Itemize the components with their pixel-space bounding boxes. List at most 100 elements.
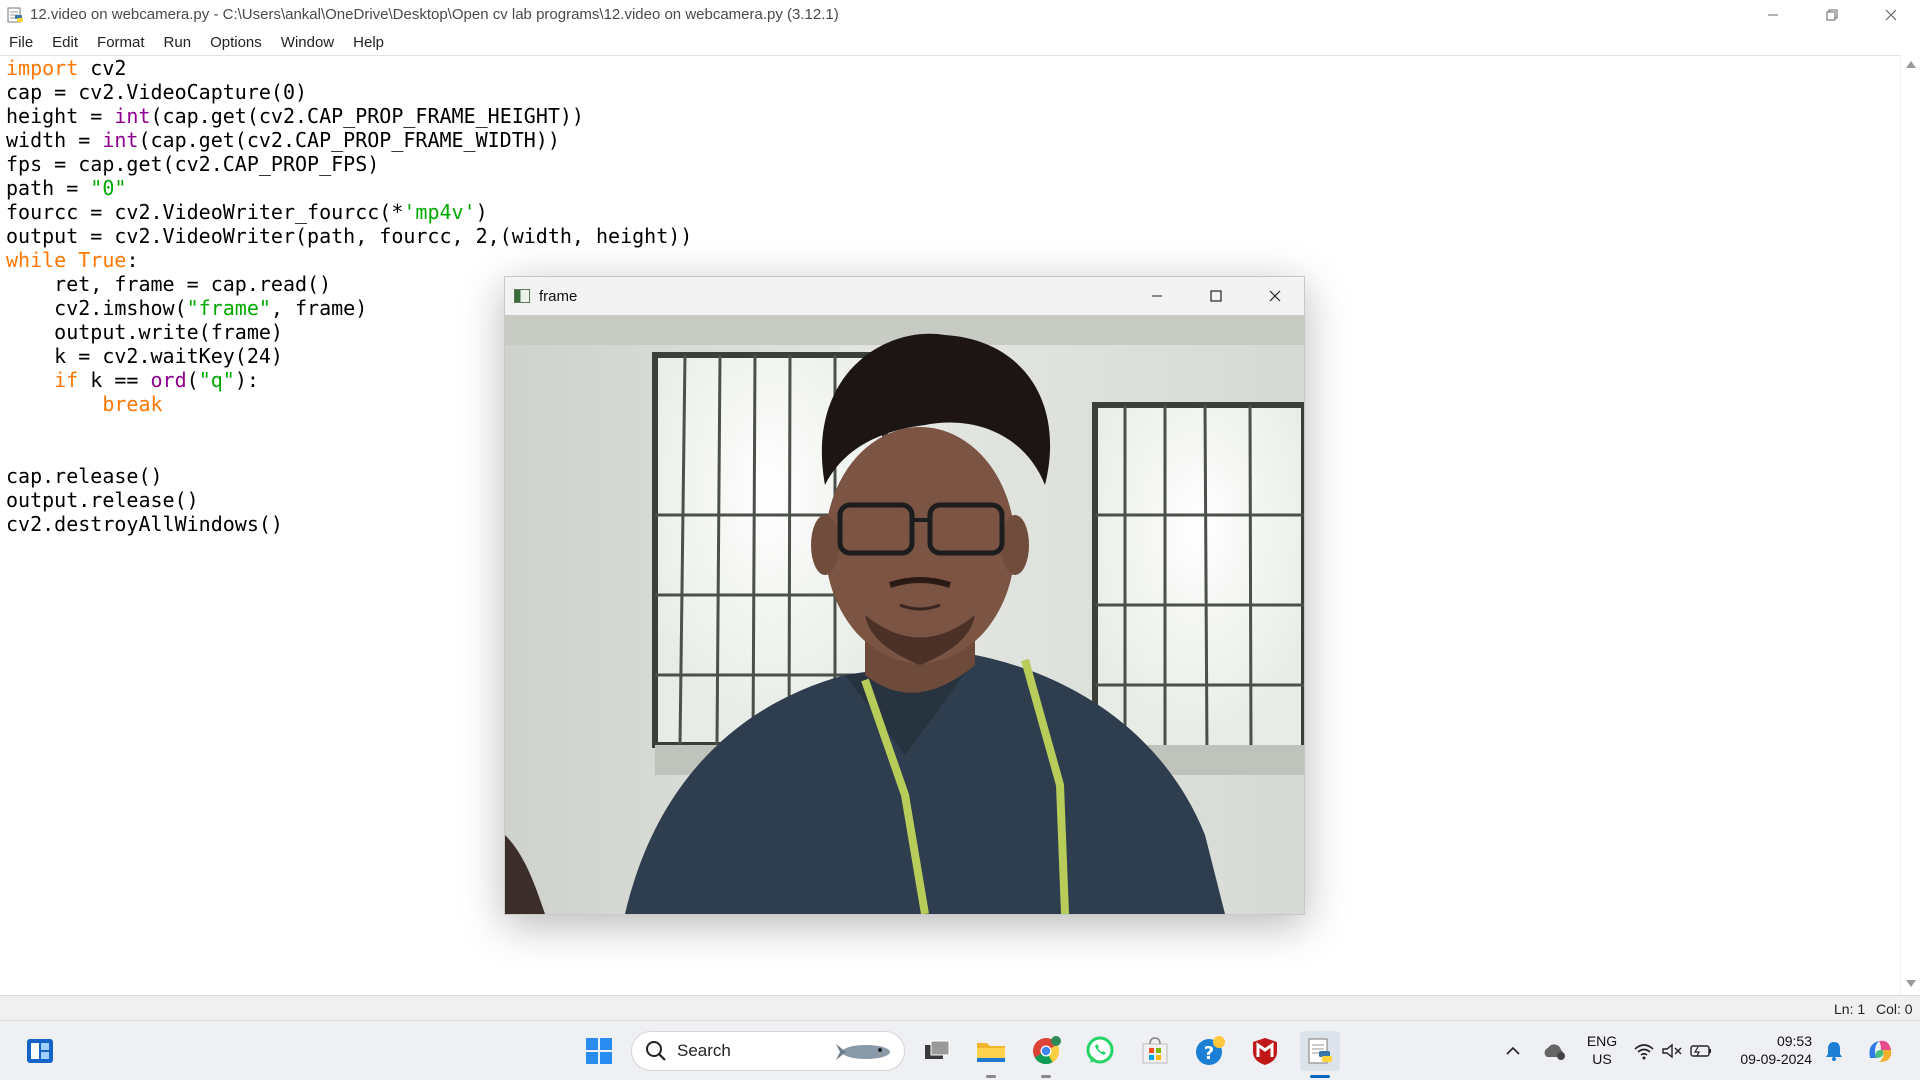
scroll-down-icon[interactable] [1906,980,1916,987]
frame-window[interactable]: frame [504,276,1305,915]
code-token: width = [6,128,103,152]
menu-help[interactable]: Help [344,34,394,51]
minimize-icon [1767,14,1778,15]
chevron-up-icon [1506,1046,1520,1055]
column-number: Col: 0 [1876,1001,1913,1017]
code-token: fourcc = cv2.VideoWriter_fourcc(* [6,200,404,224]
task-view-icon [925,1040,950,1059]
file-explorer-button[interactable] [971,1031,1011,1071]
menu-file[interactable]: File [0,34,43,51]
minimize-button[interactable] [1743,0,1802,29]
battery-icon [1690,1045,1711,1057]
window-title-bar: 12.video on webcamera.py - C:\Users\anka… [0,0,1920,29]
code-token: height = [6,104,115,128]
clock-date: 09-09-2024 [1740,1051,1812,1067]
clock[interactable]: 09:53 09-09-2024 [1730,1032,1812,1068]
code-token: , frame) [270,296,368,320]
show-hidden-icons-button[interactable] [1493,1031,1533,1071]
language-code: ENG [1586,1033,1618,1049]
string-token: "frame" [186,296,271,320]
code-token: ): [234,368,259,392]
string-token: "q" [198,368,235,392]
menu-format[interactable]: Format [88,34,155,51]
code-token: cv2.imshow( [6,296,187,320]
menu-options[interactable]: Options [201,34,272,51]
code-token: (cap.get(cv2.CAP_PROP_FRAME_HEIGHT)) [150,104,584,128]
get-help-button[interactable]: ? [1190,1031,1230,1071]
copilot-button[interactable] [1860,1031,1900,1071]
code-token: k == [78,368,151,392]
speaker-muted-icon [1662,1043,1682,1059]
python-idle-taskbar-button[interactable] [1300,1031,1340,1071]
keyboard-layout: US [1592,1051,1612,1067]
input-language-indicator[interactable]: ENG US [1580,1032,1624,1068]
microsoft-store-button[interactable] [1135,1031,1175,1071]
webcam-feed-image [505,315,1304,914]
builtin-token: int [102,128,139,152]
code-line: import cv2 [6,56,692,80]
chrome-button[interactable] [1026,1031,1066,1071]
vertical-scrollbar[interactable] [1900,55,1920,995]
string-token: 'mp4v' [403,200,476,224]
code-token: : [126,248,139,272]
code-token: ( [186,368,199,392]
maximize-icon [1209,290,1222,302]
close-button[interactable] [1861,0,1920,29]
taskbar-search-box[interactable]: Search [631,1031,905,1071]
whatsapp-button[interactable] [1080,1031,1120,1071]
keyword-token: while [6,248,67,272]
close-icon [1269,290,1280,302]
code-line: fourcc = cv2.VideoWriter_fourcc(*'mp4v') [6,200,692,224]
quick-settings-button[interactable] [1628,1031,1718,1071]
menu-window[interactable]: Window [272,34,344,51]
start-button[interactable] [579,1031,619,1071]
widgets-icon [27,1039,53,1063]
taskbar: Search ? ENG US 09:53 09-09-2024 [0,1020,1920,1080]
active-indicator [1310,1075,1330,1078]
code-line: output = cv2.VideoWriter(path, fourcc, 2… [6,224,693,248]
python-idle-icon [1308,1038,1332,1064]
frame-minimize-button[interactable] [1127,277,1186,315]
keyword-token: True [78,248,127,272]
copilot-icon [1869,1040,1892,1062]
code-line: while True: [6,248,692,272]
status-bar: Ln: 1 Col: 0 [0,995,1920,1020]
webcam-person-image [505,315,1304,914]
running-indicator [1041,1075,1051,1078]
notifications-button[interactable] [1817,1031,1851,1071]
code-line: fps = cap.get(cv2.CAP_PROP_FPS) [6,152,380,176]
mcafee-button[interactable] [1245,1031,1285,1071]
builtin-token: ord [150,368,187,392]
code-token: ) [475,200,488,224]
restore-icon [1826,9,1837,20]
opencv-window-icon [514,289,530,303]
search-label: Search [677,1041,731,1060]
minimize-icon [1151,295,1162,297]
help-icon: ? [1196,1036,1225,1065]
code-line: width = int(cap.get(cv2.CAP_PROP_FRAME_W… [6,128,692,152]
line-number: Ln: 1 [1834,1001,1866,1017]
bell-icon [1826,1042,1842,1061]
whatsapp-icon [1086,1036,1114,1064]
task-view-button[interactable] [917,1031,957,1071]
frame-close-button[interactable] [1245,277,1304,315]
menu-run[interactable]: Run [155,34,202,51]
code-line: cap = cv2.VideoCapture(0) [6,80,308,104]
code-token: path = [6,176,91,200]
code-token: cv2 [78,56,127,80]
frame-title-bar[interactable]: frame [505,277,1304,315]
scroll-up-icon[interactable] [1906,61,1916,68]
widgets-button[interactable] [20,1031,60,1071]
search-highlight-icon [836,1044,890,1060]
code-line: height = int(cap.get(cv2.CAP_PROP_FRAME_… [6,104,692,128]
menu-edit[interactable]: Edit [43,34,88,51]
keyword-token: break [102,392,163,416]
frame-maximize-button[interactable] [1186,277,1245,315]
running-indicator [986,1075,996,1078]
chrome-icon [1033,1036,1061,1065]
windows-start-icon [586,1038,612,1064]
restore-button[interactable] [1802,0,1861,29]
onedrive-button[interactable] [1534,1031,1574,1071]
